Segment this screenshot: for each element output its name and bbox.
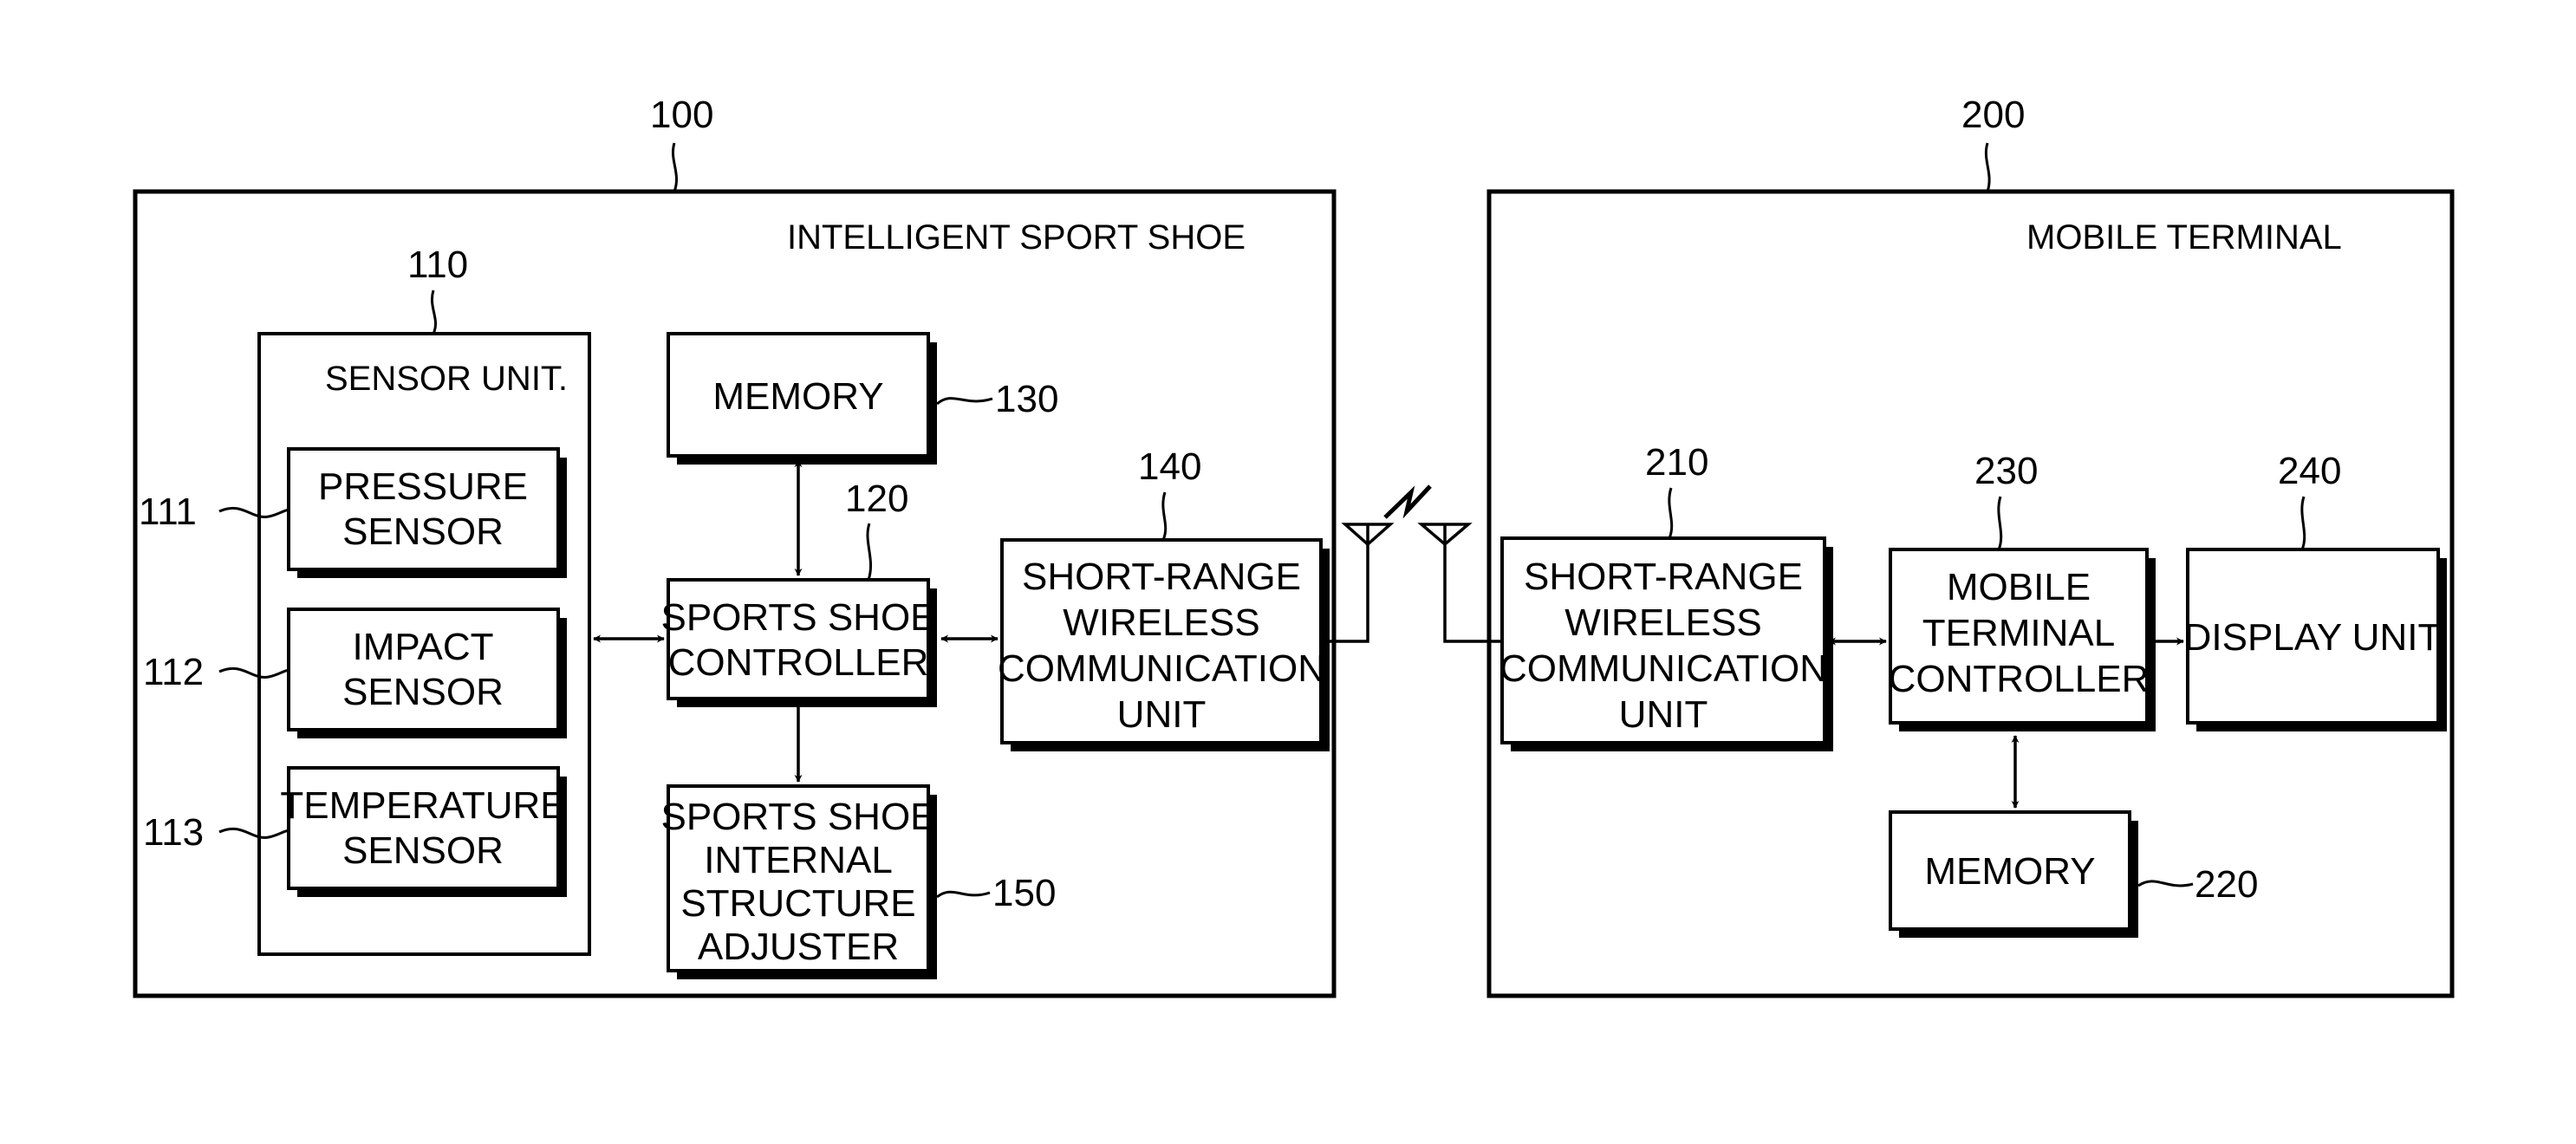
display-unit-block: DISPLAY UNIT xyxy=(2184,548,2447,731)
impact-sensor-line-1: IMPACT xyxy=(353,626,494,668)
ref-200: 200 xyxy=(1961,94,2025,136)
impact-sensor-block: IMPACT SENSOR xyxy=(287,608,567,738)
pressure-sensor-line-2: SENSOR xyxy=(342,510,504,553)
ref-110: 110 xyxy=(407,244,468,286)
ref-210: 210 xyxy=(1645,441,1708,484)
leader-200 xyxy=(1984,142,1991,192)
mobile-terminal-group: 200 MOBILE TERMINAL SHORT-RANGE WIRELESS… xyxy=(1486,94,2455,998)
leader-110 xyxy=(431,289,438,335)
ref-100: 100 xyxy=(650,94,713,136)
wireless-link-group xyxy=(1330,484,1502,643)
shoe-controller-line-1: SPORTS SHOE xyxy=(660,596,935,639)
leader-210 xyxy=(1668,487,1674,539)
shoe-wireless-line-4: UNIT xyxy=(1117,693,1207,736)
shoe-wireless-line-2: WIRELESS xyxy=(1063,601,1259,644)
internal-structure-adjuster-block: SPORTS SHOE INTERNAL STRUCTURE ADJUSTER xyxy=(660,784,937,979)
leader-240 xyxy=(2300,496,2306,550)
antenna-icon xyxy=(1341,523,1395,547)
mobile-wireless-line-3: COMMUNICATION xyxy=(1499,647,1827,690)
ref-140: 140 xyxy=(1138,445,1201,488)
ref-230: 230 xyxy=(1974,450,2038,492)
shoe-controller-line-2: CONTROLLER xyxy=(668,641,929,684)
ref-130: 130 xyxy=(995,378,1058,420)
temperature-sensor-line-1: TEMPERATURE xyxy=(280,784,565,827)
ref-120: 120 xyxy=(845,478,908,520)
block-diagram: 100 INTELLIGENT SPORT SHOE 110 SENSOR UN… xyxy=(133,94,2455,998)
mobile-controller-line-1: MOBILE xyxy=(1947,566,2091,608)
adjuster-line-3: STRUCTURE xyxy=(680,882,915,925)
shoe-wireless-line-3: COMMUNICATION xyxy=(998,647,1325,690)
mobile-controller-block: MOBILE TERMINAL CONTROLLER xyxy=(1889,548,2156,731)
leader-120 xyxy=(866,523,873,581)
mobile-wireless-line-1: SHORT-RANGE xyxy=(1524,556,1803,598)
adjuster-line-4: ADJUSTER xyxy=(698,926,899,968)
mobile-wireless-line-4: UNIT xyxy=(1619,693,1708,736)
lightning-bolt-icon xyxy=(1383,484,1432,519)
temperature-sensor-block: TEMPERATURE SENSOR xyxy=(280,766,567,897)
mobile-controller-line-2: TERMINAL xyxy=(1922,612,2115,654)
pressure-sensor-block: PRESSURE SENSOR xyxy=(287,447,567,578)
display-unit-label: DISPLAY UNIT xyxy=(2184,616,2442,659)
shoe-wireless-unit-block: SHORT-RANGE WIRELESS COMMUNICATION UNIT xyxy=(998,538,1330,751)
leader-130 xyxy=(936,397,993,406)
mobile-memory-label: MEMORY xyxy=(1924,850,2095,893)
adjuster-line-1: SPORTS SHOE xyxy=(660,796,935,838)
sport-shoe-title: INTELLIGENT SPORT SHOE xyxy=(787,218,1246,257)
ref-111: 111 xyxy=(139,491,197,533)
ref-113: 113 xyxy=(143,811,204,854)
shoe-memory-block: MEMORY xyxy=(667,332,937,465)
sensor-unit-title: SENSOR UNIT. xyxy=(325,360,568,398)
mobile-wireless-unit-block: SHORT-RANGE WIRELESS COMMUNICATION UNIT xyxy=(1499,536,1833,751)
ref-240: 240 xyxy=(2278,450,2341,492)
mobile-memory-block: MEMORY xyxy=(1889,810,2138,938)
ref-220: 220 xyxy=(2195,863,2258,906)
leader-140 xyxy=(1161,491,1168,541)
shoe-controller-block: SPORTS SHOE CONTROLLER xyxy=(660,578,937,707)
intelligent-sport-shoe-group: 100 INTELLIGENT SPORT SHOE 110 SENSOR UN… xyxy=(133,94,1337,998)
mobile-controller-line-3: CONTROLLER xyxy=(1889,658,2150,700)
leader-100 xyxy=(672,142,679,192)
ref-112: 112 xyxy=(143,651,204,693)
antenna-icon xyxy=(1417,523,1473,547)
pressure-sensor-line-1: PRESSURE xyxy=(318,465,528,508)
leader-230 xyxy=(1997,496,2003,550)
temperature-sensor-line-2: SENSOR xyxy=(342,829,504,872)
mobile-antenna-feed xyxy=(1443,544,1502,643)
ref-150: 150 xyxy=(992,872,1056,914)
mobile-terminal-title: MOBILE TERMINAL xyxy=(2026,218,2342,257)
shoe-wireless-line-1: SHORT-RANGE xyxy=(1022,556,1301,598)
leader-150 xyxy=(936,890,991,899)
impact-sensor-line-2: SENSOR xyxy=(342,671,504,713)
adjuster-line-2: INTERNAL xyxy=(704,839,893,881)
mobile-wireless-line-2: WIRELESS xyxy=(1564,601,1761,644)
leader-220 xyxy=(2137,880,2194,887)
shoe-memory-label: MEMORY xyxy=(712,375,883,418)
